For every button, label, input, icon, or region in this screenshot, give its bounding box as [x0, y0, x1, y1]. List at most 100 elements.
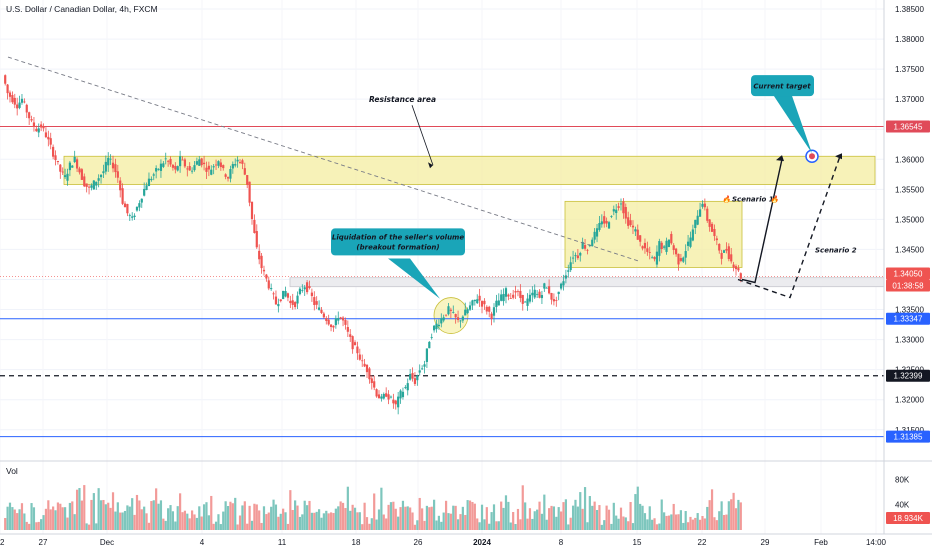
volume-bar	[480, 504, 484, 530]
volume-bar	[598, 505, 601, 530]
volume-bar	[322, 513, 325, 530]
volume-bar	[20, 503, 24, 530]
candle	[80, 168, 83, 180]
volume-bar	[131, 498, 134, 530]
volume-bar	[250, 520, 254, 530]
target-callout[interactable]: Current target	[751, 75, 814, 97]
volume-bar	[629, 502, 632, 530]
volume-bar	[306, 505, 309, 530]
volume-bar	[646, 519, 649, 530]
volume-bar	[483, 519, 486, 530]
volume-bar	[111, 492, 115, 530]
volume-bar	[265, 514, 268, 530]
volume-bar	[456, 519, 460, 530]
volume-bar	[409, 507, 412, 530]
y-tick-label: 1.37000	[895, 95, 924, 104]
volume-bar	[648, 506, 651, 530]
volume-bar	[83, 485, 86, 530]
volume-bar	[68, 502, 71, 530]
volume-bar	[636, 486, 639, 530]
volume-bar	[627, 521, 630, 530]
volume-bar	[49, 509, 52, 530]
svg-text:Scenario 1: Scenario 1	[732, 195, 774, 203]
volume-bar	[11, 507, 14, 530]
volume-bar	[248, 505, 251, 530]
volume-title: Vol	[6, 466, 18, 476]
volume-bar	[301, 514, 304, 530]
volume-bar	[226, 506, 230, 530]
svg-text:1.32399: 1.32399	[894, 372, 923, 381]
volume-bar	[207, 515, 210, 530]
volume-bar	[416, 520, 419, 530]
volume-bar	[155, 488, 158, 530]
volume-bar	[157, 503, 160, 530]
volume-bar	[605, 505, 608, 530]
volume-bar	[373, 493, 376, 530]
volume-bar	[176, 506, 179, 530]
target-icon[interactable]	[805, 149, 819, 164]
price-chart[interactable]: 1.385001.380001.375001.370001.365001.360…	[0, 0, 932, 550]
volume-bar	[394, 508, 397, 530]
level-badge: 1.31385	[886, 430, 930, 443]
volume-bar	[694, 517, 697, 530]
level-badge: 1.36545	[886, 120, 930, 133]
volume-bar	[727, 501, 730, 530]
volume-bar	[85, 523, 88, 530]
volume-bar	[200, 516, 203, 530]
volume-bar	[430, 506, 433, 530]
volume-bar	[198, 506, 201, 530]
volume-bar	[612, 502, 615, 530]
volume-bar	[61, 507, 64, 530]
volume-bar	[670, 514, 673, 530]
liquidation-callout[interactable]: Liquidation of the seller's volume (break…	[331, 228, 465, 256]
volume-bar	[282, 508, 285, 530]
volume-bar	[270, 506, 273, 530]
scenario-2-label: Scenario 2	[815, 246, 857, 254]
volume-bar	[624, 517, 627, 530]
volume-bar	[291, 509, 294, 530]
candle	[375, 388, 378, 398]
svg-text:1.34050: 1.34050	[894, 269, 923, 278]
volume-bar	[399, 507, 402, 530]
volume-bar	[126, 505, 129, 530]
volume-bar	[262, 506, 266, 530]
volume-bar	[114, 511, 117, 530]
volume-bar	[545, 519, 548, 530]
volume-bar	[346, 486, 349, 530]
y-tick-label: 1.36000	[895, 155, 924, 164]
volume-bar	[691, 519, 694, 530]
volume-bar	[452, 505, 455, 530]
volume-bar	[90, 499, 93, 530]
volume-bar	[332, 513, 335, 530]
volume-bar	[401, 500, 405, 530]
y-tick-label: 1.37500	[895, 65, 924, 74]
volume-bar	[119, 512, 122, 530]
volume-bar	[73, 514, 76, 530]
zone-breakout-support[interactable]	[289, 277, 885, 288]
volume-bar	[356, 512, 359, 530]
y-tick-label: 1.33000	[895, 336, 924, 345]
volume-bar	[703, 518, 706, 530]
volume-bar	[579, 492, 582, 530]
volume-bar	[284, 512, 287, 530]
volume-bar	[442, 512, 445, 530]
volume-bar	[195, 517, 198, 530]
candle	[428, 341, 431, 349]
volume-bar	[234, 497, 237, 530]
volume-bar	[375, 519, 378, 530]
volume-bar	[698, 519, 702, 530]
volume-bar	[675, 514, 678, 530]
volume-bar	[13, 509, 16, 530]
volume-bar	[543, 494, 546, 530]
volume-bar	[588, 496, 591, 530]
volume-bar	[502, 507, 505, 530]
volume-bar	[138, 500, 141, 530]
volume-bar	[272, 499, 275, 530]
volume-bar	[365, 517, 369, 530]
volume-bar	[87, 524, 91, 530]
volume-bar	[188, 518, 191, 530]
volume-bar	[193, 514, 196, 530]
volume-bar	[447, 513, 450, 530]
volume-bar	[325, 510, 328, 530]
volume-bar	[363, 502, 366, 530]
